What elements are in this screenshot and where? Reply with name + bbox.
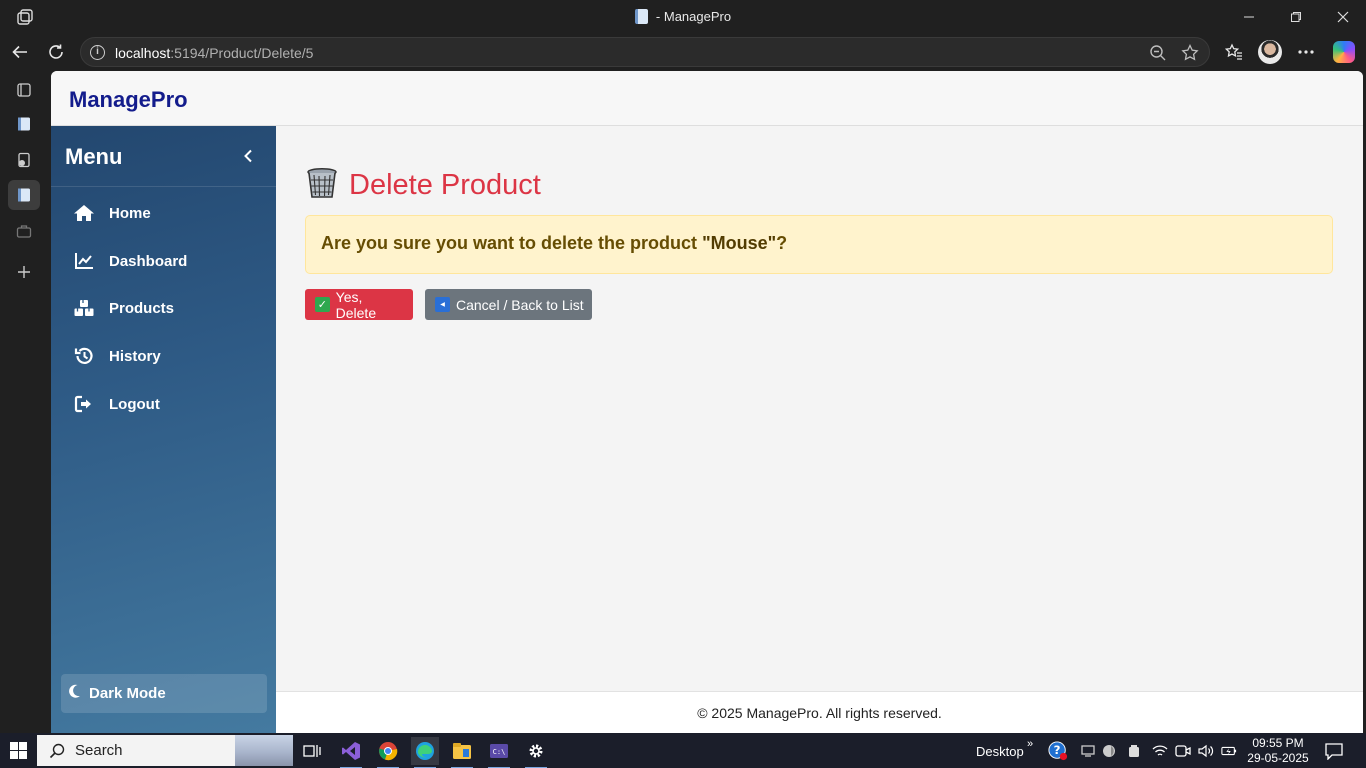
minimize-button[interactable] [1226,0,1272,33]
check-mark-icon: ✓ [315,297,330,312]
sidebar-item-dashboard[interactable]: Dashboard [73,246,263,276]
url-text[interactable]: localhost:5194/Product/Delete/5 [115,45,313,61]
taskbar-search[interactable]: Search [37,735,293,766]
page-tab-icon [634,9,648,24]
sidebar-item-label: Products [109,299,175,317]
svg-text:C:\: C:\ [493,748,506,756]
tab-actions-icon[interactable] [8,75,40,105]
tray-cloud-icon[interactable] [1102,743,1118,759]
edge-icon[interactable] [411,737,439,768]
vertical-tab-strip [0,71,51,733]
browser-title-bar: - ManagePro [0,0,1366,33]
url-host: localhost [115,45,171,61]
tab-briefcase-icon[interactable] [8,216,40,246]
search-highlight-image [235,735,293,766]
home-icon [73,202,95,224]
system-clock[interactable]: 09:55 PM 29-05-2025 [1246,736,1310,766]
clock-date: 29-05-2025 [1247,751,1309,765]
sidebar-title: Menu [65,144,123,169]
sidebar-item-label: Home [109,204,151,222]
collapse-chevron-icon[interactable] [239,146,257,166]
desktop-toolbar-label[interactable]: Desktop [976,744,1024,759]
brand-logo[interactable]: ManagePro [69,87,188,113]
settings-gear-icon[interactable] [522,737,550,768]
cancel-back-button[interactable]: ◀ Cancel / Back to List [425,289,592,320]
site-info-icon[interactable]: i [90,45,105,60]
sidebar-item-home[interactable]: Home [73,198,263,228]
dark-mode-toggle[interactable]: Dark Mode [61,674,267,713]
terminal-icon[interactable]: C:\ [485,737,513,768]
wastebasket-icon [305,166,339,205]
app-viewport: ManagePro Menu Home Dashboard Products H… [51,71,1363,733]
taskbar: Search C:\ Desktop » ? 09:55 PM 29-05-20… [0,733,1366,768]
svg-text:?: ? [1054,743,1061,757]
confirm-suffix: ? [776,233,788,253]
back-arrow-icon: ◀ [435,297,450,312]
tab-page-icon[interactable] [8,109,40,139]
delete-button-label: Yes, Delete [335,288,377,321]
sidebar-item-history[interactable]: History [73,341,263,371]
new-tab-plus-icon[interactable] [8,257,40,287]
window-title: - ManagePro [0,9,1366,24]
sidebar-item-logout[interactable]: Logout [73,389,263,419]
tray-app-icon[interactable] [1080,743,1096,759]
clock-time: 09:55 PM [1252,736,1304,750]
restore-button[interactable] [1273,0,1319,33]
tab-settings-page-icon[interactable] [8,145,40,175]
favorite-star-icon[interactable] [1181,44,1199,62]
profile-avatar[interactable] [1256,38,1284,66]
product-name: "Mouse" [702,233,777,253]
main-content: Delete Product Are you sure you want to … [276,126,1363,691]
tab-managepro-active[interactable] [8,180,40,210]
address-bar[interactable]: i localhost:5194/Product/Delete/5 [80,37,1210,67]
sidebar-item-label: History [109,347,161,365]
chart-line-icon [73,250,95,272]
search-label: Search [75,742,123,759]
browser-toolbar: i localhost:5194/Product/Delete/5 [0,33,1366,71]
cancel-button-label: Cancel / Back to List [456,296,584,313]
visual-studio-icon[interactable] [337,737,365,768]
boxes-icon [73,297,95,319]
confirm-delete-button[interactable]: ✓ Yes, Delete [305,288,413,321]
confirm-prefix: Are you sure you want to delete the prod… [321,233,703,253]
close-window-button[interactable] [1320,0,1366,33]
camera-icon[interactable] [1175,743,1191,759]
dark-mode-label: Dark Mode [89,685,166,702]
copilot-icon[interactable] [1330,38,1358,66]
wifi-icon[interactable] [1152,743,1168,759]
task-view-icon[interactable] [298,737,326,765]
confirm-alert: Are you sure you want to delete the prod… [305,215,1333,274]
moon-icon [69,684,81,703]
toolbar-overflow-icon[interactable]: » [1027,738,1033,750]
tray-device-icon[interactable] [1126,743,1142,759]
refresh-button[interactable] [42,39,70,65]
footer: © 2025 ManagePro. All rights reserved. [276,691,1363,733]
sidebar-item-products[interactable]: Products [73,293,263,323]
sidebar: Menu Home Dashboard Products History Log… [51,126,276,733]
sidebar-item-label: Dashboard [109,252,188,270]
zoom-icon[interactable] [1149,44,1167,62]
history-icon [73,345,95,367]
battery-plug-icon[interactable] [1221,743,1237,759]
more-menu-icon[interactable] [1292,38,1320,66]
file-explorer-icon[interactable] [448,737,476,768]
notifications-icon[interactable] [1324,741,1344,761]
logout-icon [73,393,95,415]
favorites-icon[interactable] [1220,38,1248,66]
sidebar-header: Menu [51,126,276,187]
volume-icon[interactable] [1198,743,1214,759]
copyright-text: © 2025 ManagePro. All rights reserved. [697,705,942,721]
start-windows-icon[interactable] [10,742,27,759]
chrome-icon[interactable] [374,737,402,768]
page-title: Delete Product [305,166,541,205]
search-icon [49,743,65,758]
window-title-text: - ManagePro [655,9,732,24]
url-path: :5194/Product/Delete/5 [170,45,314,61]
back-button[interactable] [6,39,34,65]
page-title-text: Delete Product [349,169,541,201]
app-header: ManagePro [51,71,1363,126]
help-icon[interactable]: ? [1048,741,1068,761]
confirm-message: Are you sure you want to delete the prod… [321,233,787,254]
sidebar-item-label: Logout [109,395,160,413]
